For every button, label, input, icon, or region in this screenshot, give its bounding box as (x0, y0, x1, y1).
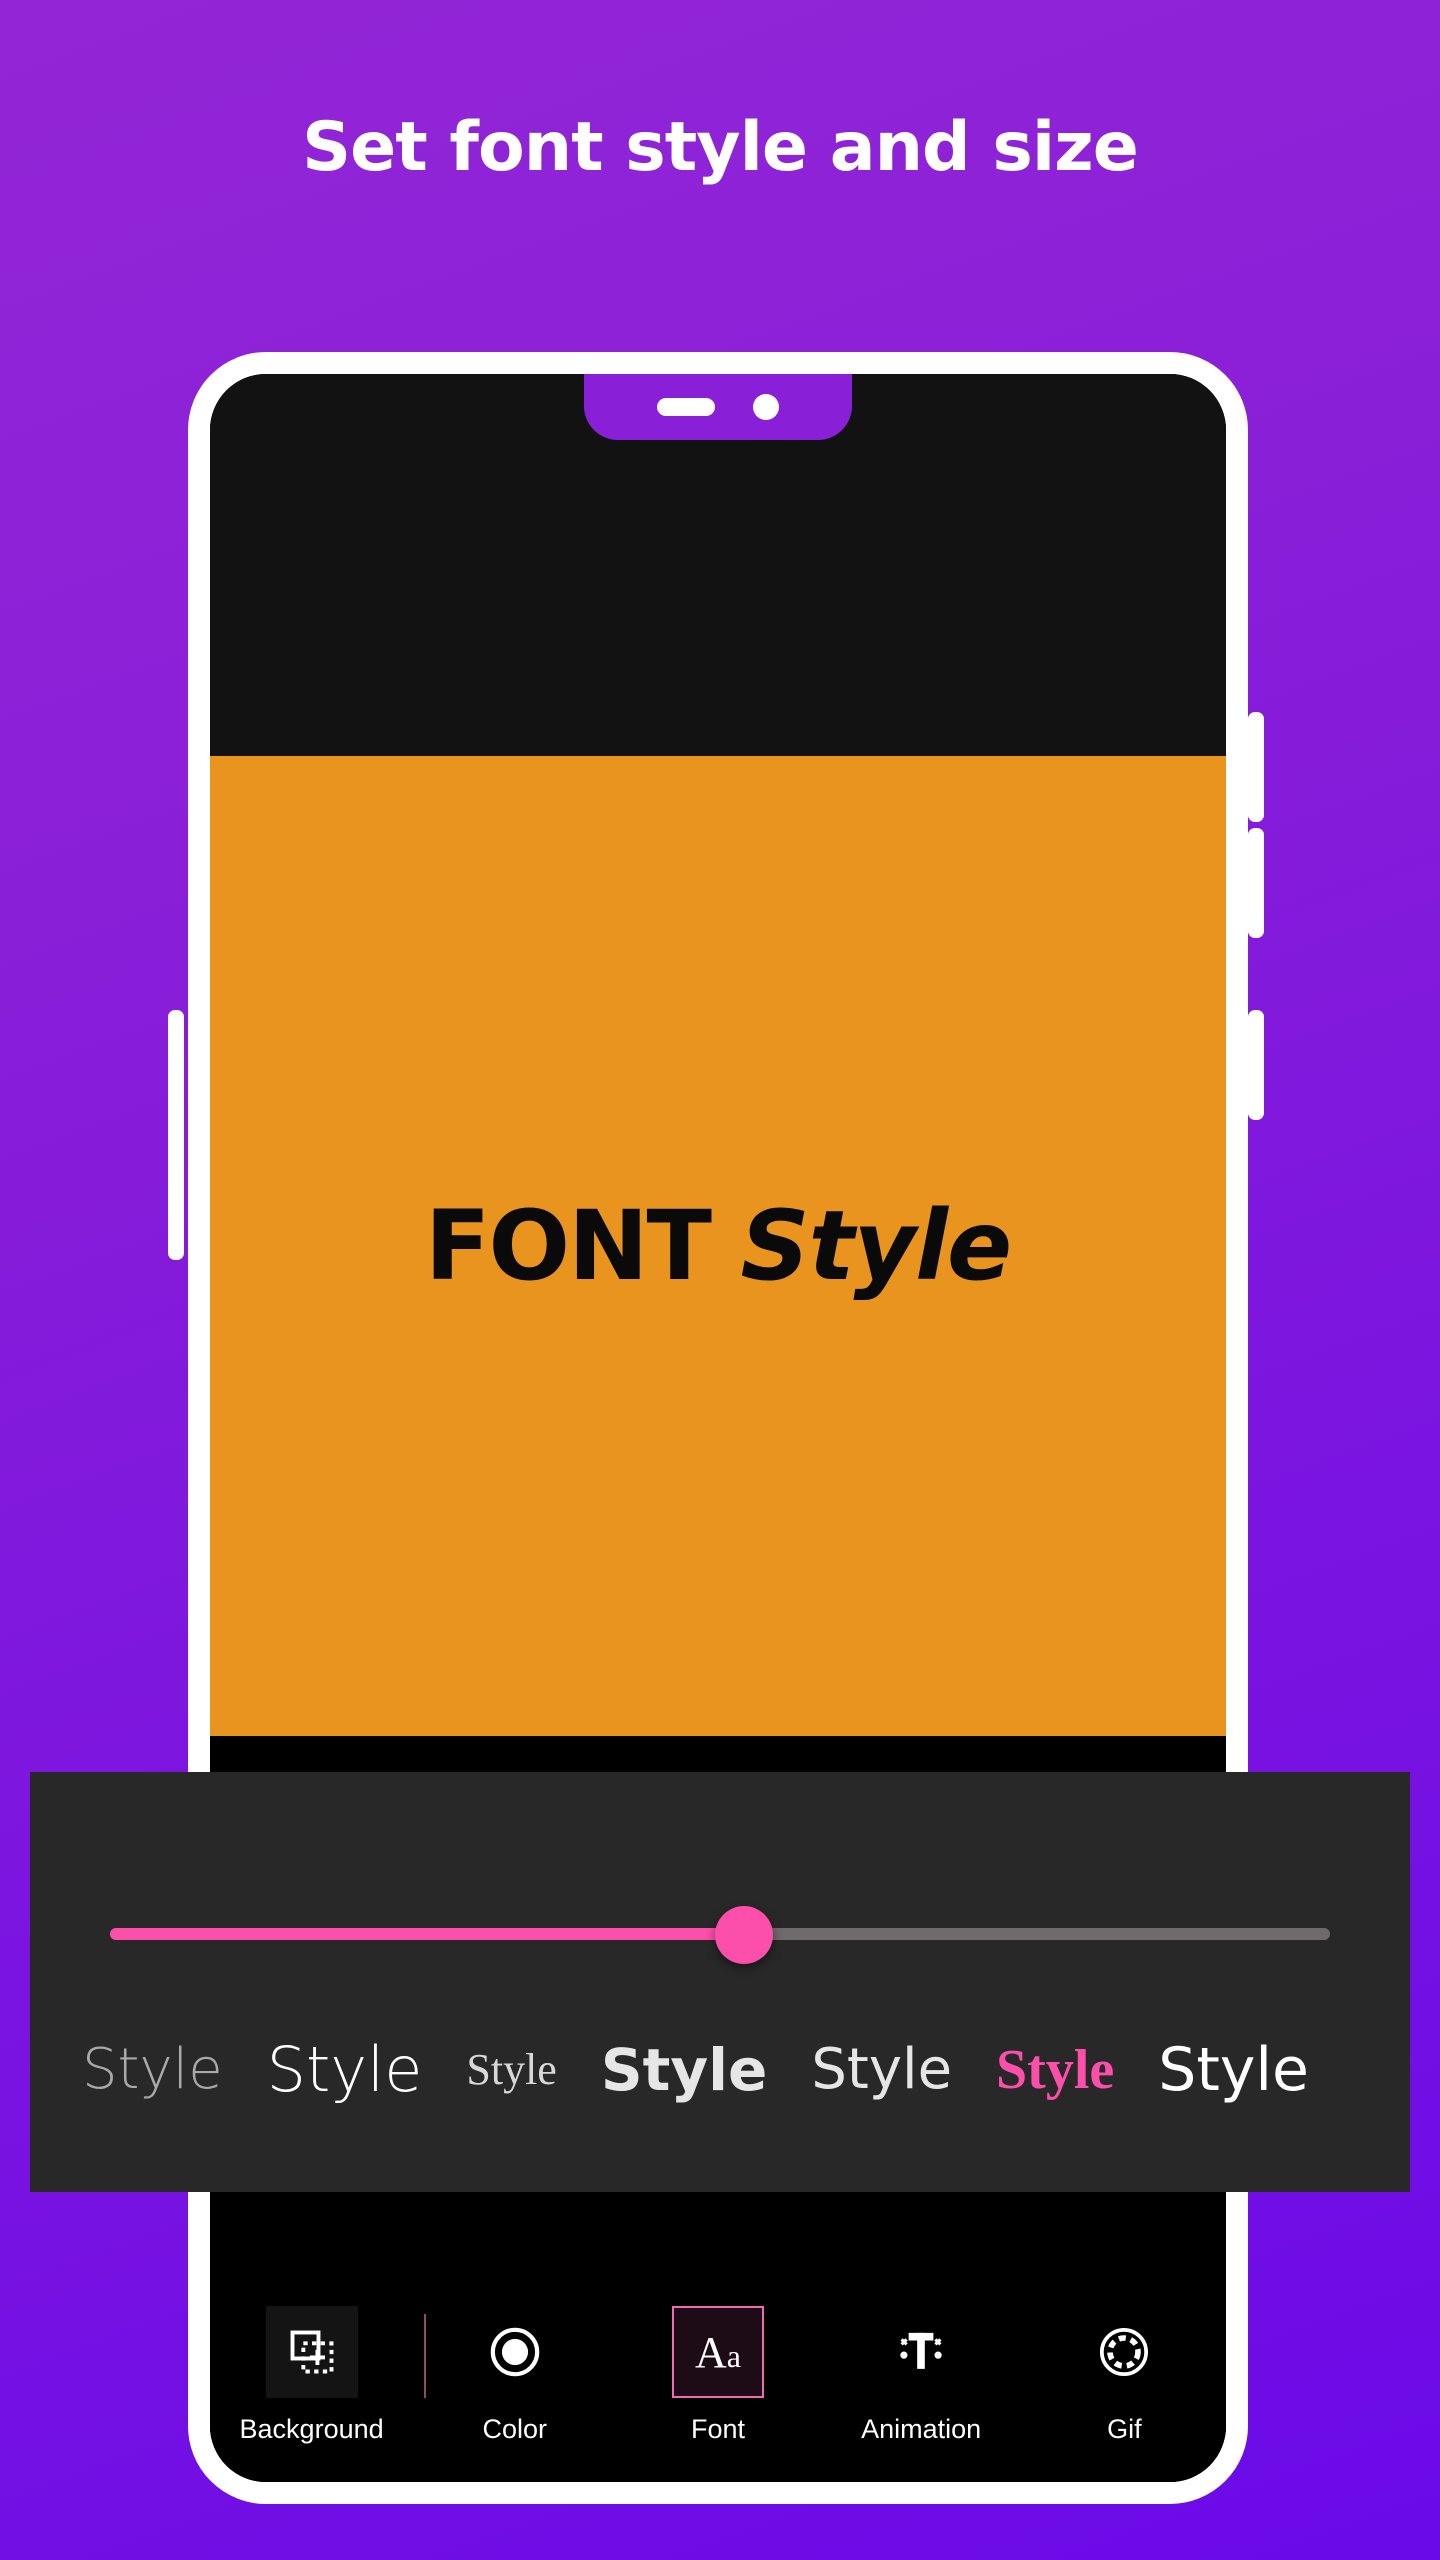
page-title: Set font style and size (302, 108, 1139, 187)
font-style-option[interactable]: Style (82, 2042, 223, 2098)
phone-volume-button (168, 1010, 184, 1260)
front-camera-icon (753, 394, 779, 420)
layers-add-icon (265, 2306, 358, 2398)
toolbar-label: Background (239, 2414, 384, 2444)
slider-fill (110, 1928, 745, 1940)
toolbar-divider (423, 2314, 426, 2398)
color-circle-icon (469, 2306, 561, 2398)
phone-power-button (1248, 1010, 1264, 1120)
phone-side-button-2 (1248, 828, 1264, 938)
toolbar-label: Gif (1107, 2414, 1142, 2444)
toolbar-item-animation[interactable]: Animation (836, 2306, 1006, 2445)
toolbar-item-background[interactable]: Background (227, 2306, 397, 2445)
toolbar-label: Animation (861, 2414, 982, 2444)
canvas-text-part-one: FONT (424, 1190, 712, 1302)
font-style-option[interactable]: Style (811, 2042, 952, 2098)
font-style-option[interactable]: Style (1158, 2040, 1309, 2100)
editor-toolbar: Background Color Aa Font Animation Gif (210, 2286, 1226, 2482)
font-style-list[interactable]: Style Style Style Style Style Style Style (30, 2000, 1410, 2140)
font-aa-icon: Aa (671, 2306, 764, 2398)
speaker-grill-icon (657, 398, 715, 416)
font-style-panel: Style Style Style Style Style Style Style (30, 1772, 1410, 2192)
animated-text-icon (875, 2306, 967, 2398)
toolbar-item-font[interactable]: Aa Font (633, 2306, 803, 2445)
toolbar-item-color[interactable]: Color (423, 2306, 600, 2445)
gif-ring-icon (1078, 2306, 1170, 2398)
font-style-option[interactable]: Style (601, 2041, 768, 2099)
font-size-slider[interactable] (30, 1890, 1410, 1980)
font-style-option[interactable]: Style (996, 2042, 1114, 2098)
toolbar-item-gif[interactable]: Gif (1039, 2306, 1209, 2445)
font-style-option[interactable]: Style (267, 2039, 423, 2101)
canvas-text: FONT Style (424, 1190, 1012, 1302)
font-style-option[interactable]: Style (466, 2048, 556, 2092)
toolbar-label: Font (690, 2414, 745, 2444)
phone-notch (584, 374, 852, 440)
canvas-text-part-two: Style (740, 1190, 1012, 1302)
toolbar-label: Color (482, 2414, 548, 2444)
text-canvas[interactable]: FONT Style (210, 756, 1226, 1736)
phone-side-button-1 (1248, 712, 1264, 822)
slider-thumb[interactable] (715, 1906, 774, 1964)
